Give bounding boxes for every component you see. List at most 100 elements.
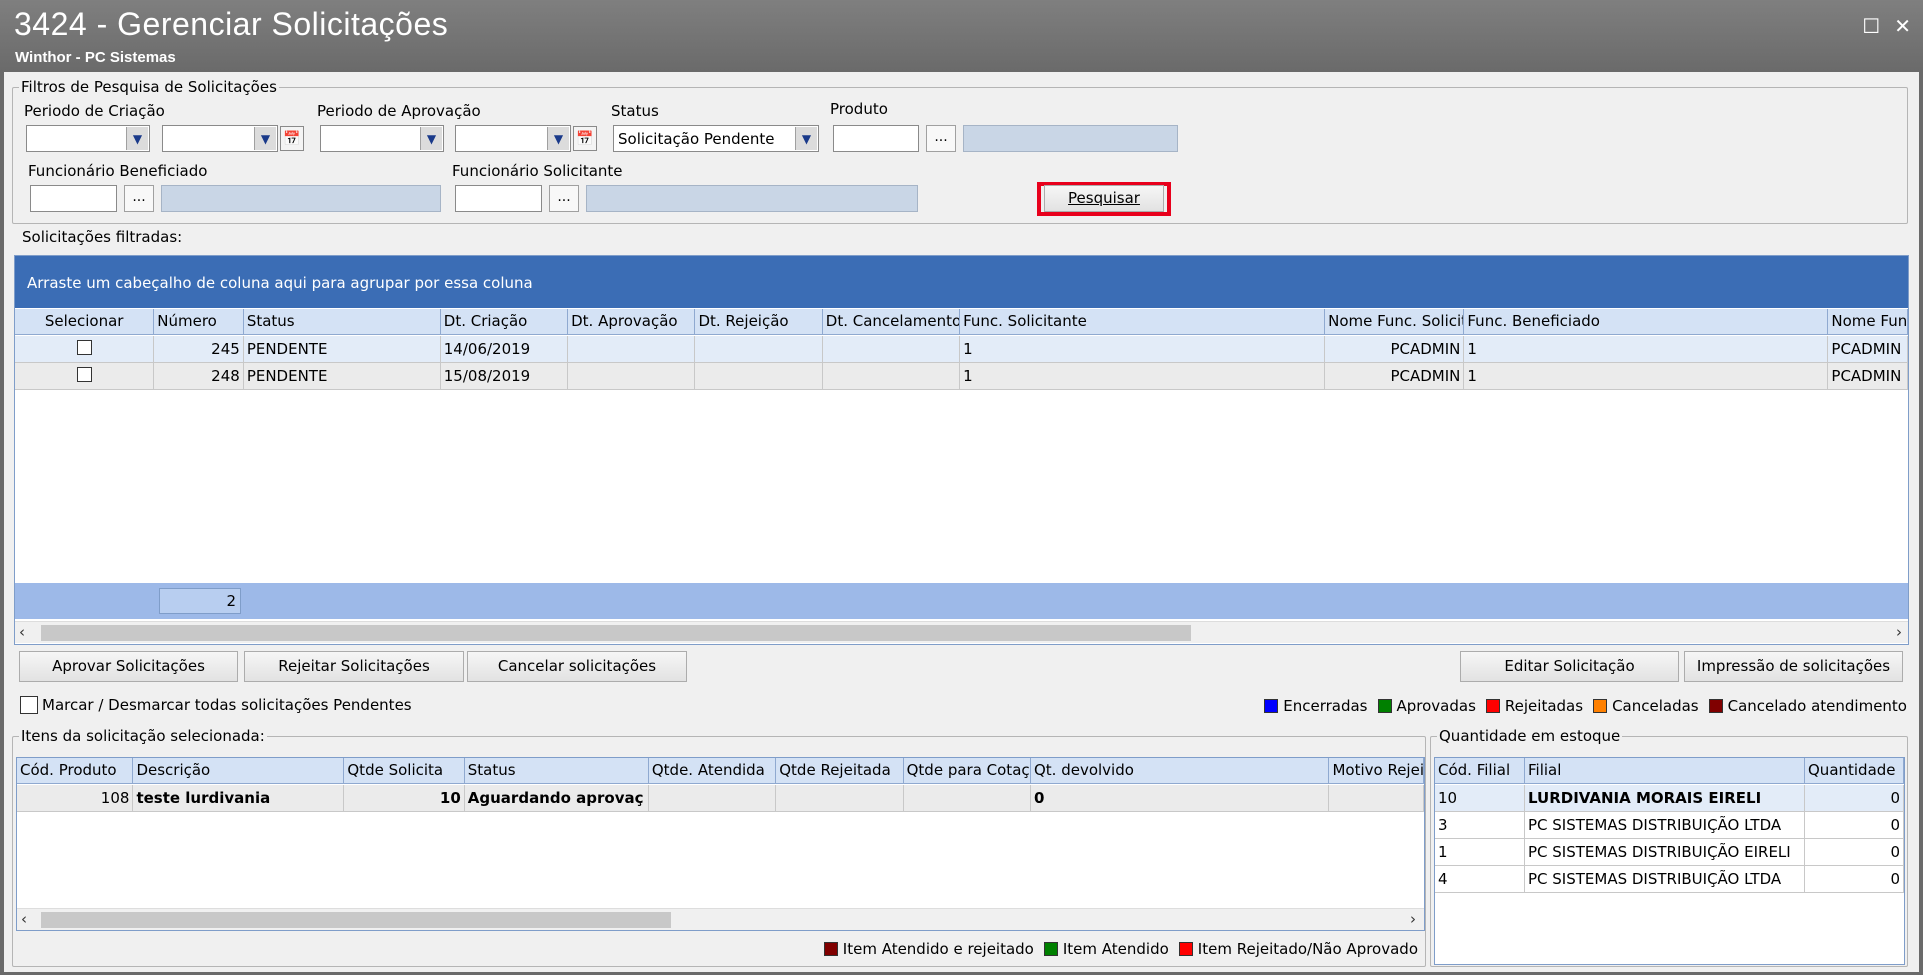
editar-button[interactable]: Editar Solicitação: [1460, 651, 1679, 682]
marcar-all-checkbox[interactable]: [20, 696, 38, 714]
row-checkbox[interactable]: [76, 367, 92, 382]
cell-nome-fun: PCADMIN: [1828, 363, 1908, 389]
func-solicitante-input[interactable]: [455, 185, 542, 212]
table-row[interactable]: 245 PENDENTE 14/06/2019 1 PCADMIN 1 PCADMIN: [15, 336, 1908, 363]
maximize-icon[interactable]: ☐: [1862, 14, 1880, 38]
cell-qtde-solicitada: 10: [344, 785, 465, 811]
chevron-right-icon[interactable]: ›: [1896, 623, 1902, 641]
legend-swatch: [1593, 699, 1608, 713]
cell-status: PENDENTE: [244, 336, 441, 362]
column-header[interactable]: Selecionar: [15, 309, 155, 334]
calendar-icon[interactable]: 📅: [280, 126, 304, 151]
items-grid: Cód. Produto Descrição Qtde Solicita Status…: [16, 757, 1425, 931]
column-header[interactable]: Nome Fun: [1828, 309, 1908, 334]
column-header[interactable]: Filial: [1525, 758, 1805, 783]
legend-label: Canceladas: [1612, 697, 1699, 715]
periodo-criacao-start[interactable]: ▼: [26, 125, 150, 152]
column-header[interactable]: Func. Beneficiado: [1464, 309, 1829, 334]
produto-input[interactable]: [833, 125, 919, 152]
column-header[interactable]: Status: [465, 758, 649, 783]
column-header[interactable]: Qtde Rejeitada: [776, 758, 904, 783]
column-header[interactable]: Qtde. Atendida: [649, 758, 777, 783]
status-legend: Encerradas Aprovadas Rejeitadas Canceladas C…: [1254, 697, 1907, 715]
window-subtitle: Winthor - PC Sistemas: [15, 49, 176, 66]
produto-lookup-button[interactable]: ...: [926, 125, 956, 152]
cell-qtd: 0: [1805, 839, 1904, 865]
table-row[interactable]: 4 PC SISTEMAS DISTRIBUIÇÃO LTDA 0: [1435, 866, 1904, 893]
close-icon[interactable]: ✕: [1894, 14, 1911, 38]
chevron-down-icon[interactable]: ▼: [420, 127, 442, 150]
legend-item: Item Rejeitado/Não Aprovado: [1178, 940, 1418, 958]
func-beneficiado-lookup-button[interactable]: ...: [124, 185, 154, 212]
column-header[interactable]: Dt. Rejeição: [695, 309, 823, 334]
aprovar-button[interactable]: Aprovar Solicitações: [19, 651, 238, 682]
periodo-criacao-label: Periodo de Criação: [24, 102, 165, 120]
cell-dt-rejeicao: [695, 363, 823, 389]
cell-status: Aguardando aprovaç: [465, 785, 649, 811]
cell-qtd: 0: [1805, 812, 1904, 838]
column-header[interactable]: Motivo Rejei: [1329, 758, 1424, 783]
cell-nome-func-solicit: PCADMIN: [1325, 336, 1465, 362]
impressao-button[interactable]: Impressão de solicitações: [1684, 651, 1903, 682]
rejeitar-button[interactable]: Rejeitar Solicitações: [244, 651, 464, 682]
periodo-criacao-end[interactable]: ▼: [162, 125, 278, 152]
column-header[interactable]: Cód. Produto: [17, 758, 134, 783]
legend-item: Aprovadas: [1377, 697, 1476, 715]
group-by-bar[interactable]: Arraste um cabeçalho de coluna aqui para…: [15, 256, 1908, 308]
scroll-thumb[interactable]: [41, 625, 1191, 641]
chevron-right-icon[interactable]: ›: [1410, 910, 1416, 928]
column-header[interactable]: Qtde para Cotaç: [904, 758, 1031, 783]
items-hscrollbar[interactable]: ‹ ›: [17, 908, 1424, 930]
row-checkbox[interactable]: [76, 340, 92, 355]
table-row[interactable]: 1 PC SISTEMAS DISTRIBUIÇÃO EIRELI 0: [1435, 839, 1904, 866]
status-select-value: Solicitação Pendente: [618, 130, 775, 148]
table-row[interactable]: 10 LURDIVANIA MORAIS EIRELI 0: [1435, 785, 1904, 812]
periodo-aprovacao-end[interactable]: ▼: [455, 125, 571, 152]
chevron-left-icon[interactable]: ‹: [19, 623, 25, 641]
marcar-all-label: Marcar / Desmarcar todas solicitações Pe…: [42, 696, 412, 714]
legend-item: Cancelado atendimento: [1708, 697, 1907, 715]
column-header[interactable]: Dt. Criação: [441, 309, 569, 334]
column-header[interactable]: Dt. Aprovação: [568, 309, 696, 334]
func-beneficiado-input[interactable]: [30, 185, 117, 212]
requests-hscrollbar[interactable]: ‹ ›: [15, 621, 1908, 643]
legend-swatch: [1178, 942, 1193, 956]
pesquisar-button[interactable]: Pesquisar: [1044, 185, 1164, 212]
requests-grid: Arraste um cabeçalho de coluna aqui para…: [14, 255, 1909, 645]
column-header[interactable]: Descrição: [133, 758, 345, 783]
select-cell[interactable]: [15, 336, 155, 362]
requests-footer: 2: [15, 583, 1908, 619]
marcar-all-row[interactable]: Marcar / Desmarcar todas solicitações Pe…: [20, 696, 412, 714]
requests-section-label: Solicitações filtradas:: [22, 228, 183, 246]
produto-description-field: [963, 125, 1178, 152]
legend-item: Encerradas: [1264, 697, 1368, 715]
cancelar-button[interactable]: Cancelar solicitações: [467, 651, 687, 682]
column-header[interactable]: Func. Solicitante: [960, 309, 1326, 334]
column-header[interactable]: Número: [154, 309, 244, 334]
chevron-down-icon[interactable]: ▼: [126, 127, 148, 150]
chevron-down-icon[interactable]: ▼: [795, 127, 817, 150]
table-row[interactable]: 108 teste lurdivania 10 Aguardando aprovaç 0: [17, 785, 1424, 812]
legend-swatch: [1377, 699, 1392, 713]
column-header[interactable]: Qtde Solicita: [344, 758, 465, 783]
column-header[interactable]: Quantidade: [1805, 758, 1904, 783]
column-header[interactable]: Nome Func. Solicit: [1325, 309, 1465, 334]
func-solicitante-lookup-button[interactable]: ...: [549, 185, 579, 212]
stock-header: Cód. Filial Filial Quantidade: [1435, 758, 1904, 784]
calendar-icon[interactable]: 📅: [573, 126, 597, 151]
scroll-thumb[interactable]: [41, 912, 671, 928]
column-header[interactable]: Dt. Cancelamento: [823, 309, 961, 334]
cell-func-solicitante: 1: [960, 336, 1326, 362]
chevron-down-icon[interactable]: ▼: [254, 127, 276, 150]
column-header[interactable]: Status: [244, 309, 441, 334]
chevron-down-icon[interactable]: ▼: [547, 127, 569, 150]
status-select[interactable]: Solicitação Pendente ▼: [613, 125, 819, 152]
select-cell[interactable]: [15, 363, 155, 389]
filters-legend: Filtros de Pesquisa de Solicitações: [21, 78, 277, 96]
table-row[interactable]: 3 PC SISTEMAS DISTRIBUIÇÃO LTDA 0: [1435, 812, 1904, 839]
periodo-aprovacao-start[interactable]: ▼: [320, 125, 444, 152]
chevron-left-icon[interactable]: ‹: [21, 910, 27, 928]
column-header[interactable]: Qt. devolvido: [1031, 758, 1330, 783]
table-row[interactable]: 248 PENDENTE 15/08/2019 1 PCADMIN 1 PCADMIN: [15, 363, 1908, 390]
column-header[interactable]: Cód. Filial: [1435, 758, 1525, 783]
